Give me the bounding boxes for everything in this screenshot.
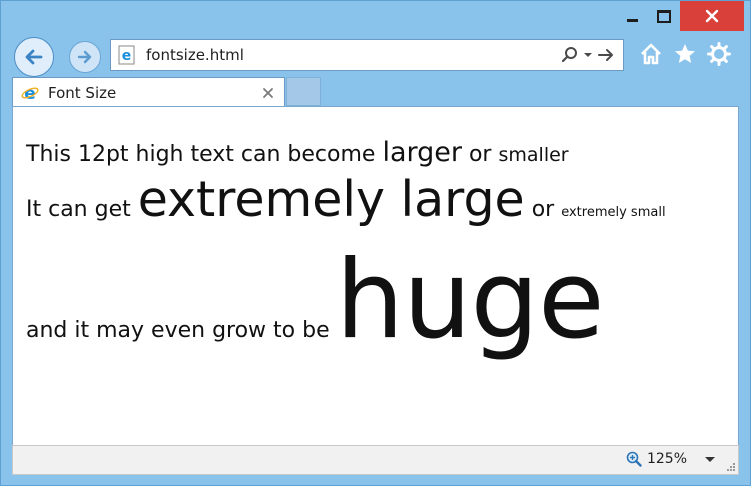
smaller-text: smaller	[498, 144, 569, 166]
svg-text:e: e	[24, 84, 36, 102]
tab-close-button[interactable]	[258, 83, 278, 103]
text-line-2: It can get extremely large or extremely …	[26, 171, 666, 228]
maximize-icon	[657, 9, 671, 23]
favorites-button[interactable]	[672, 41, 698, 67]
status-bar: 125%	[12, 445, 739, 475]
zoom-control[interactable]: 125%	[626, 451, 716, 467]
text-segment: or	[531, 197, 555, 222]
ie-page-icon: e	[116, 44, 138, 66]
text-segment: This 12pt high text can become	[26, 142, 376, 167]
huge-text: huge	[335, 238, 605, 363]
go-arrow-icon[interactable]	[597, 46, 615, 64]
larger-text: larger	[382, 137, 462, 168]
tab-title: Font Size	[48, 83, 117, 102]
back-button[interactable]	[14, 37, 54, 77]
zoom-icon	[626, 451, 642, 467]
browser-window: e fontsize.html e Font Size This 12pt hi…	[0, 0, 751, 486]
resize-grip-icon[interactable]	[726, 462, 736, 472]
search-dropdown-icon[interactable]	[583, 50, 593, 60]
back-arrow-icon	[25, 49, 43, 65]
text-segment: and it may even grow to be	[26, 318, 330, 343]
address-url: fontsize.html	[146, 46, 244, 64]
ie-logo-icon: e	[20, 83, 40, 103]
home-button[interactable]	[638, 41, 664, 67]
home-icon	[641, 43, 661, 65]
search-icon[interactable]	[561, 46, 579, 64]
extremely-large-text: extremely large	[137, 171, 525, 228]
address-tools	[561, 46, 615, 64]
tab-font-size[interactable]: e Font Size	[12, 77, 285, 107]
star-icon	[675, 44, 695, 63]
text-segment: It can get	[26, 197, 131, 222]
gear-icon	[707, 42, 731, 66]
tab-bar: e Font Size	[1, 77, 750, 107]
minimize-icon	[626, 18, 638, 22]
chevron-down-icon	[705, 457, 715, 462]
text-line-1: This 12pt high text can become larger or…	[26, 137, 569, 168]
text-line-3: and it may even grow to be huge	[26, 238, 605, 363]
close-icon	[705, 9, 719, 23]
zoom-dropdown-button[interactable]	[704, 453, 716, 465]
zoom-level: 125%	[646, 451, 687, 467]
text-segment: or	[468, 142, 492, 167]
tools-button[interactable]	[706, 41, 732, 67]
navigation-bar: e fontsize.html	[1, 27, 750, 77]
browser-toolbar	[638, 41, 732, 67]
close-tab-icon	[263, 87, 273, 98]
forward-button[interactable]	[69, 41, 101, 73]
new-tab-button[interactable]	[286, 77, 321, 106]
address-bar[interactable]: e fontsize.html	[110, 39, 624, 71]
forward-arrow-icon	[77, 50, 92, 64]
extremely-small-text: extremely small	[561, 205, 666, 220]
svg-text:e: e	[122, 48, 132, 64]
page-content: This 12pt high text can become larger or…	[12, 106, 739, 446]
